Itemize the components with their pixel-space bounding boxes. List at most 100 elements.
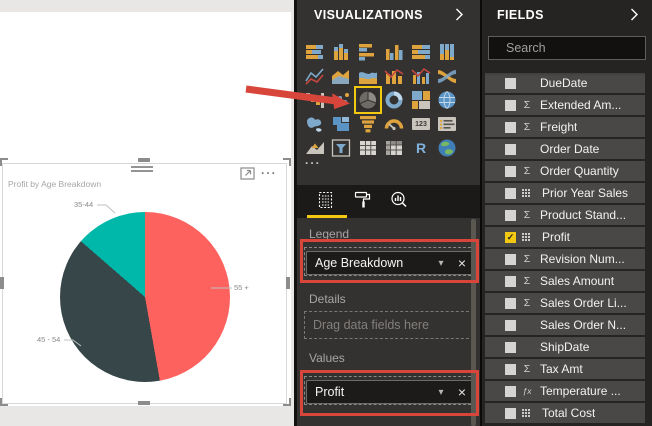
- slicer-icon[interactable]: [331, 138, 351, 158]
- field-row-temperature[interactable]: ƒxTemperature ...: [485, 381, 645, 401]
- tab-fields[interactable]: [316, 190, 340, 212]
- field-checkbox[interactable]: [505, 254, 516, 265]
- field-row-revision-number[interactable]: ΣRevision Num...: [485, 249, 645, 269]
- shape-map-icon[interactable]: [331, 114, 351, 134]
- drag-grip-icon[interactable]: [131, 170, 153, 172]
- resize-handle-bottom-right[interactable]: [283, 398, 291, 406]
- field-checkbox[interactable]: [505, 144, 516, 155]
- pane-scrollbar[interactable]: [471, 219, 476, 426]
- values-field-pill[interactable]: Profit ▾ ×: [306, 380, 474, 404]
- resize-handle-right[interactable]: [286, 277, 290, 289]
- donut-chart-icon[interactable]: [384, 90, 404, 110]
- field-checkbox[interactable]: [505, 408, 516, 419]
- visual-title: Profit by Age Breakdown: [8, 179, 101, 189]
- field-checkbox[interactable]: [505, 100, 516, 111]
- legend-field-pill[interactable]: Age Breakdown ▾ ×: [306, 251, 474, 275]
- field-row-freight[interactable]: ΣFreight: [485, 117, 645, 137]
- field-row-order-date[interactable]: Order Date: [485, 139, 645, 159]
- field-checkbox-checked[interactable]: ✓: [505, 232, 516, 243]
- tab-format[interactable]: [353, 190, 377, 212]
- stacked-bar-chart-icon[interactable]: [305, 42, 325, 62]
- table-icon[interactable]: [358, 138, 378, 158]
- drag-grip-icon[interactable]: [131, 166, 153, 168]
- waterfall-chart-icon[interactable]: [305, 90, 325, 110]
- visual-more-options[interactable]: ...: [261, 163, 277, 177]
- remove-field-icon[interactable]: ×: [451, 255, 473, 271]
- pie-chart-visual[interactable]: Profit by Age Breakdown 55 + 45 - 54 35-…: [2, 163, 287, 404]
- field-checkbox[interactable]: [505, 298, 516, 309]
- field-row-shipdate[interactable]: ShipDate: [485, 337, 645, 357]
- sigma-icon: Σ: [520, 99, 534, 111]
- fx-icon: ƒx: [520, 386, 534, 396]
- gauge-icon[interactable]: [384, 114, 404, 134]
- resize-handle-top-left[interactable]: [0, 158, 8, 166]
- field-checkbox[interactable]: [505, 276, 516, 287]
- field-checkbox[interactable]: [505, 122, 516, 133]
- field-row-duedate[interactable]: DueDate: [485, 73, 645, 93]
- field-checkbox[interactable]: [505, 78, 516, 89]
- field-checkbox[interactable]: [505, 166, 516, 177]
- field-checkbox[interactable]: [505, 320, 516, 331]
- remove-field-icon[interactable]: ×: [451, 384, 473, 400]
- field-row-prior-year-sales[interactable]: Prior Year Sales: [485, 183, 645, 203]
- field-checkbox[interactable]: [505, 210, 516, 221]
- field-row-sales-order-line[interactable]: ΣSales Order Li...: [485, 293, 645, 313]
- details-section-label: Details: [309, 292, 346, 306]
- field-row-total-cost[interactable]: Total Cost: [485, 403, 645, 423]
- slice-label-45-54: 45 - 54: [37, 335, 60, 344]
- gallery-more-options[interactable]: ...: [305, 153, 321, 167]
- line-chart-icon[interactable]: [305, 66, 325, 86]
- details-well[interactable]: Drag data fields here: [304, 311, 474, 339]
- 100-stacked-bar-chart-icon[interactable]: [411, 42, 431, 62]
- filled-map-icon[interactable]: [305, 114, 325, 134]
- field-checkbox[interactable]: [505, 342, 516, 353]
- matrix-icon[interactable]: [384, 138, 404, 158]
- 100-stacked-column-chart-icon[interactable]: [437, 42, 457, 62]
- field-dropdown-icon[interactable]: ▾: [431, 258, 451, 269]
- visualizations-pane: VISUALIZATIONS 123: [297, 0, 480, 426]
- field-row-order-quantity[interactable]: ΣOrder Quantity: [485, 161, 645, 181]
- measure-icon: [522, 233, 531, 242]
- field-list: DueDate ΣExtended Am... ΣFreight Order D…: [482, 0, 652, 426]
- stacked-area-chart-icon[interactable]: [358, 66, 378, 86]
- treemap-icon[interactable]: [411, 90, 431, 110]
- resize-handle-left[interactable]: [0, 277, 4, 289]
- stacked-column-chart-icon[interactable]: [331, 42, 351, 62]
- multi-row-card-icon[interactable]: [437, 114, 457, 134]
- field-row-product-standard[interactable]: ΣProduct Stand...: [485, 205, 645, 225]
- pie-chart[interactable]: [60, 212, 230, 382]
- sigma-icon: Σ: [520, 209, 534, 221]
- field-row-extended-amount[interactable]: ΣExtended Am...: [485, 95, 645, 115]
- legend-field-value: Age Breakdown: [315, 256, 431, 270]
- collapse-pane-chevron-icon[interactable]: [455, 8, 464, 26]
- field-checkbox[interactable]: [505, 364, 516, 375]
- card-icon[interactable]: 123: [411, 114, 431, 134]
- field-row-profit[interactable]: ✓Profit: [485, 227, 645, 247]
- field-checkbox[interactable]: [505, 188, 516, 199]
- funnel-icon[interactable]: [358, 114, 378, 134]
- clustered-bar-chart-icon[interactable]: [358, 42, 378, 62]
- field-row-tax-amt[interactable]: ΣTax Amt: [485, 359, 645, 379]
- resize-handle-bottom-left[interactable]: [0, 398, 8, 406]
- field-row-sales-order-number[interactable]: Sales Order N...: [485, 315, 645, 335]
- scatter-chart-icon[interactable]: [331, 90, 351, 110]
- focus-mode-icon[interactable]: [240, 166, 256, 186]
- tab-analytics[interactable]: [389, 190, 413, 212]
- ribbon-chart-icon[interactable]: [437, 66, 457, 86]
- resize-handle-top[interactable]: [138, 158, 150, 162]
- line-and-stacked-column-chart-icon[interactable]: [384, 66, 404, 86]
- pane-tabs: [297, 185, 480, 218]
- field-dropdown-icon[interactable]: ▾: [431, 387, 451, 398]
- resize-handle-top-right[interactable]: [283, 158, 291, 166]
- arcgis-map-icon[interactable]: [437, 138, 457, 158]
- field-checkbox[interactable]: [505, 386, 516, 397]
- map-icon[interactable]: [437, 90, 457, 110]
- clustered-column-chart-icon[interactable]: [384, 42, 404, 62]
- area-chart-icon[interactable]: [331, 66, 351, 86]
- field-row-sales-amount[interactable]: ΣSales Amount: [485, 271, 645, 291]
- pie-chart-icon[interactable]: [358, 90, 378, 110]
- line-and-clustered-column-chart-icon[interactable]: [411, 66, 431, 86]
- r-script-visual-icon[interactable]: R: [411, 138, 431, 158]
- resize-handle-bottom[interactable]: [138, 401, 150, 405]
- legend-section-label: Legend: [309, 227, 349, 241]
